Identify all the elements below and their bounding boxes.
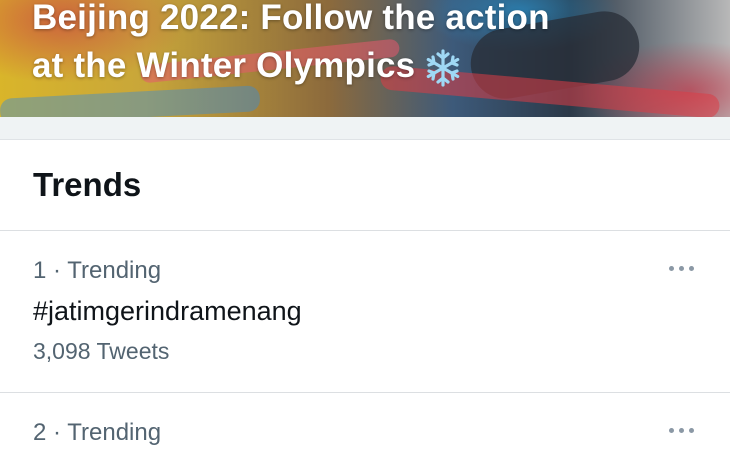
trend-rank-label: 1 · Trending — [33, 257, 162, 284]
trend-item[interactable]: 1 · Trending #jatimgerindramenang 3,098 … — [0, 231, 730, 393]
more-options-icon[interactable] — [668, 419, 698, 439]
event-banner[interactable]: Beijing 2022: Follow the action at the W… — [0, 0, 730, 117]
trend-rank-label: 2 · Trending — [33, 419, 162, 446]
section-divider — [0, 117, 730, 140]
banner-title-line-2: at the Winter Olympics — [32, 42, 712, 90]
banner-title-line-2-text: at the Winter Olympics — [32, 46, 416, 85]
trends-header: Trends — [0, 140, 730, 231]
trend-topic: #jatimgerindramenang — [33, 296, 302, 326]
trends-heading: Trends — [33, 166, 142, 203]
snowflake-icon — [427, 49, 460, 87]
more-options-icon[interactable] — [668, 257, 698, 277]
banner-title-line-1: Beijing 2022: Follow the action — [32, 0, 550, 37]
trend-item[interactable]: 2 · Trending — [0, 393, 730, 457]
event-banner-title: Beijing 2022: Follow the action at the W… — [32, 0, 712, 90]
trend-tweet-count: 3,098 Tweets — [33, 338, 170, 364]
